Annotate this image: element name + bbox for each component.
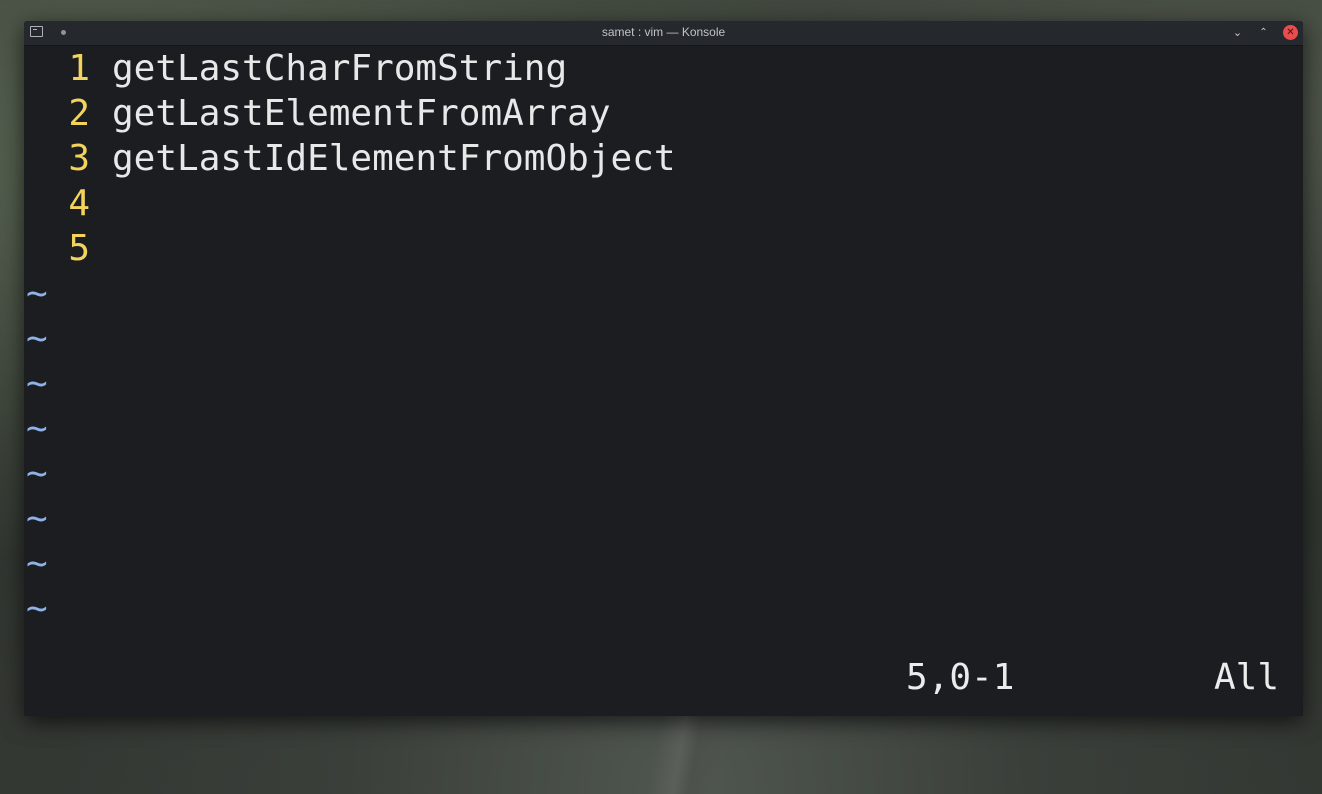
line-number: 1 <box>68 48 90 89</box>
vim-terminal[interactable]: 1 getLastCharFromString 2 getLastElementFr… <box>24 46 1303 716</box>
empty-line-marker: ~ <box>26 453 48 494</box>
empty-line-marker: ~ <box>26 318 48 359</box>
line-number: 5 <box>68 228 90 269</box>
line-text[interactable]: getLastElementFromArray <box>112 91 611 136</box>
editor-line-5[interactable]: 5 <box>24 226 112 271</box>
window-title: samet : vim — Konsole <box>601 25 726 39</box>
empty-line-marker: ~ <box>26 363 48 404</box>
empty-line-marker: ~ <box>26 498 48 539</box>
konsole-window: samet : vim — Konsole ⌄ ⌃ ✕ 1 getLastChar… <box>24 21 1303 716</box>
minimize-icon[interactable]: ⌄ <box>1230 25 1245 40</box>
editor-line-1[interactable]: 1 getLastCharFromString <box>24 46 567 91</box>
line-text[interactable]: getLastIdElementFromObject <box>112 136 676 181</box>
editor-line-2[interactable]: 2 getLastElementFromArray <box>24 91 611 136</box>
scroll-indicator: All <box>1214 657 1280 698</box>
editor-line-3[interactable]: 3 getLastIdElementFromObject <box>24 136 676 181</box>
title-bar[interactable]: samet : vim — Konsole ⌄ ⌃ ✕ <box>24 21 1303 46</box>
line-number: 2 <box>68 93 90 134</box>
cursor-position: 5,0-1 <box>906 657 1015 698</box>
empty-line-marker: ~ <box>26 543 48 584</box>
maximize-icon[interactable]: ⌃ <box>1256 25 1271 40</box>
close-icon[interactable]: ✕ <box>1283 25 1298 40</box>
line-number: 3 <box>68 138 90 179</box>
empty-line-marker: ~ <box>26 273 48 314</box>
background-road <box>640 716 730 794</box>
line-text[interactable]: getLastCharFromString <box>112 46 567 91</box>
empty-line-marker: ~ <box>26 588 48 629</box>
empty-line-marker: ~ <box>26 408 48 449</box>
line-number: 4 <box>68 183 90 224</box>
editor-line-4[interactable]: 4 <box>24 181 112 226</box>
